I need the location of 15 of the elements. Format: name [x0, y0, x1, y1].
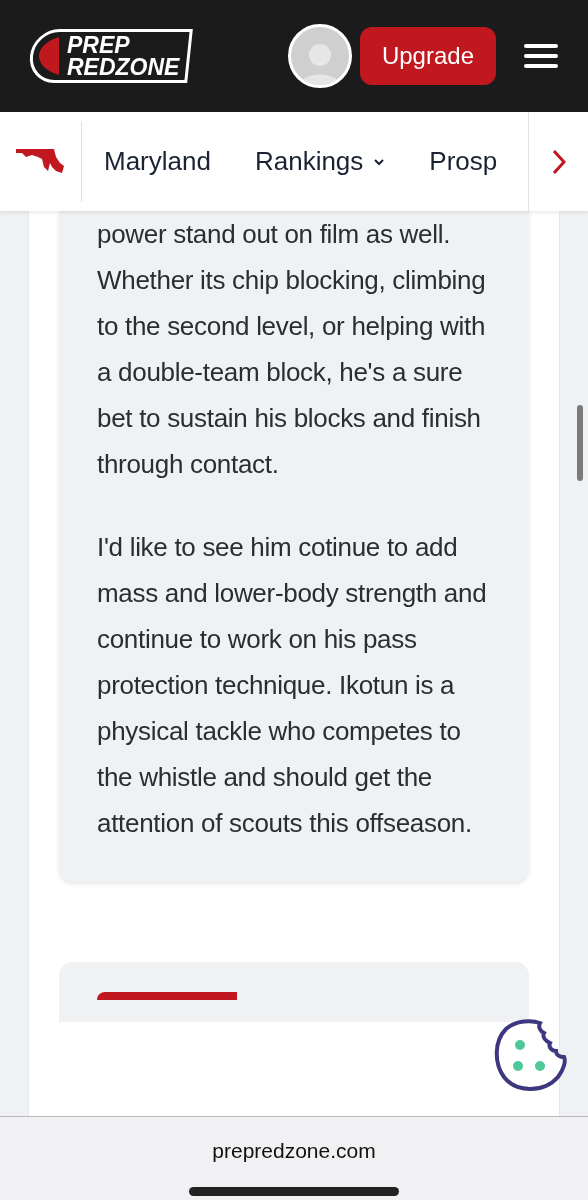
- nav-link[interactable]: Rankings: [254, 142, 386, 181]
- article-paragraph: power stand out on film as well. Whether its chip blocking, climbing to the second level, or helping with a double-team block, he's a sure bet to sustain his blocks and finish through contact.: [97, 218, 487, 481]
- state-map-icon[interactable]: [15, 148, 66, 175]
- home-indicator[interactable]: [189, 1186, 399, 1196]
- chevron-right-icon[interactable]: [551, 148, 566, 175]
- url-text[interactable]: prepredzone.com: [212, 1135, 376, 1167]
- chevron-down-icon: [373, 157, 386, 166]
- logo[interactable]: PREP REDZONE: [27, 29, 194, 83]
- logo-text: REDZONE: [67, 56, 180, 78]
- nav-link[interactable]: Maryland: [104, 142, 211, 181]
- nav-link[interactable]: Prosp: [429, 142, 498, 181]
- menu-icon[interactable]: [524, 44, 558, 68]
- article-paragraph: I'd like to see him cotinue to add mass and lower-body strength and continue to work on his pass protection technique. Ikotun is a physical tackle who competes to the whistle and should get the attention of scouts this offseason.: [97, 531, 487, 840]
- logo-text: PREP: [67, 34, 131, 56]
- upgrade-button[interactable]: Upgrade: [359, 27, 496, 85]
